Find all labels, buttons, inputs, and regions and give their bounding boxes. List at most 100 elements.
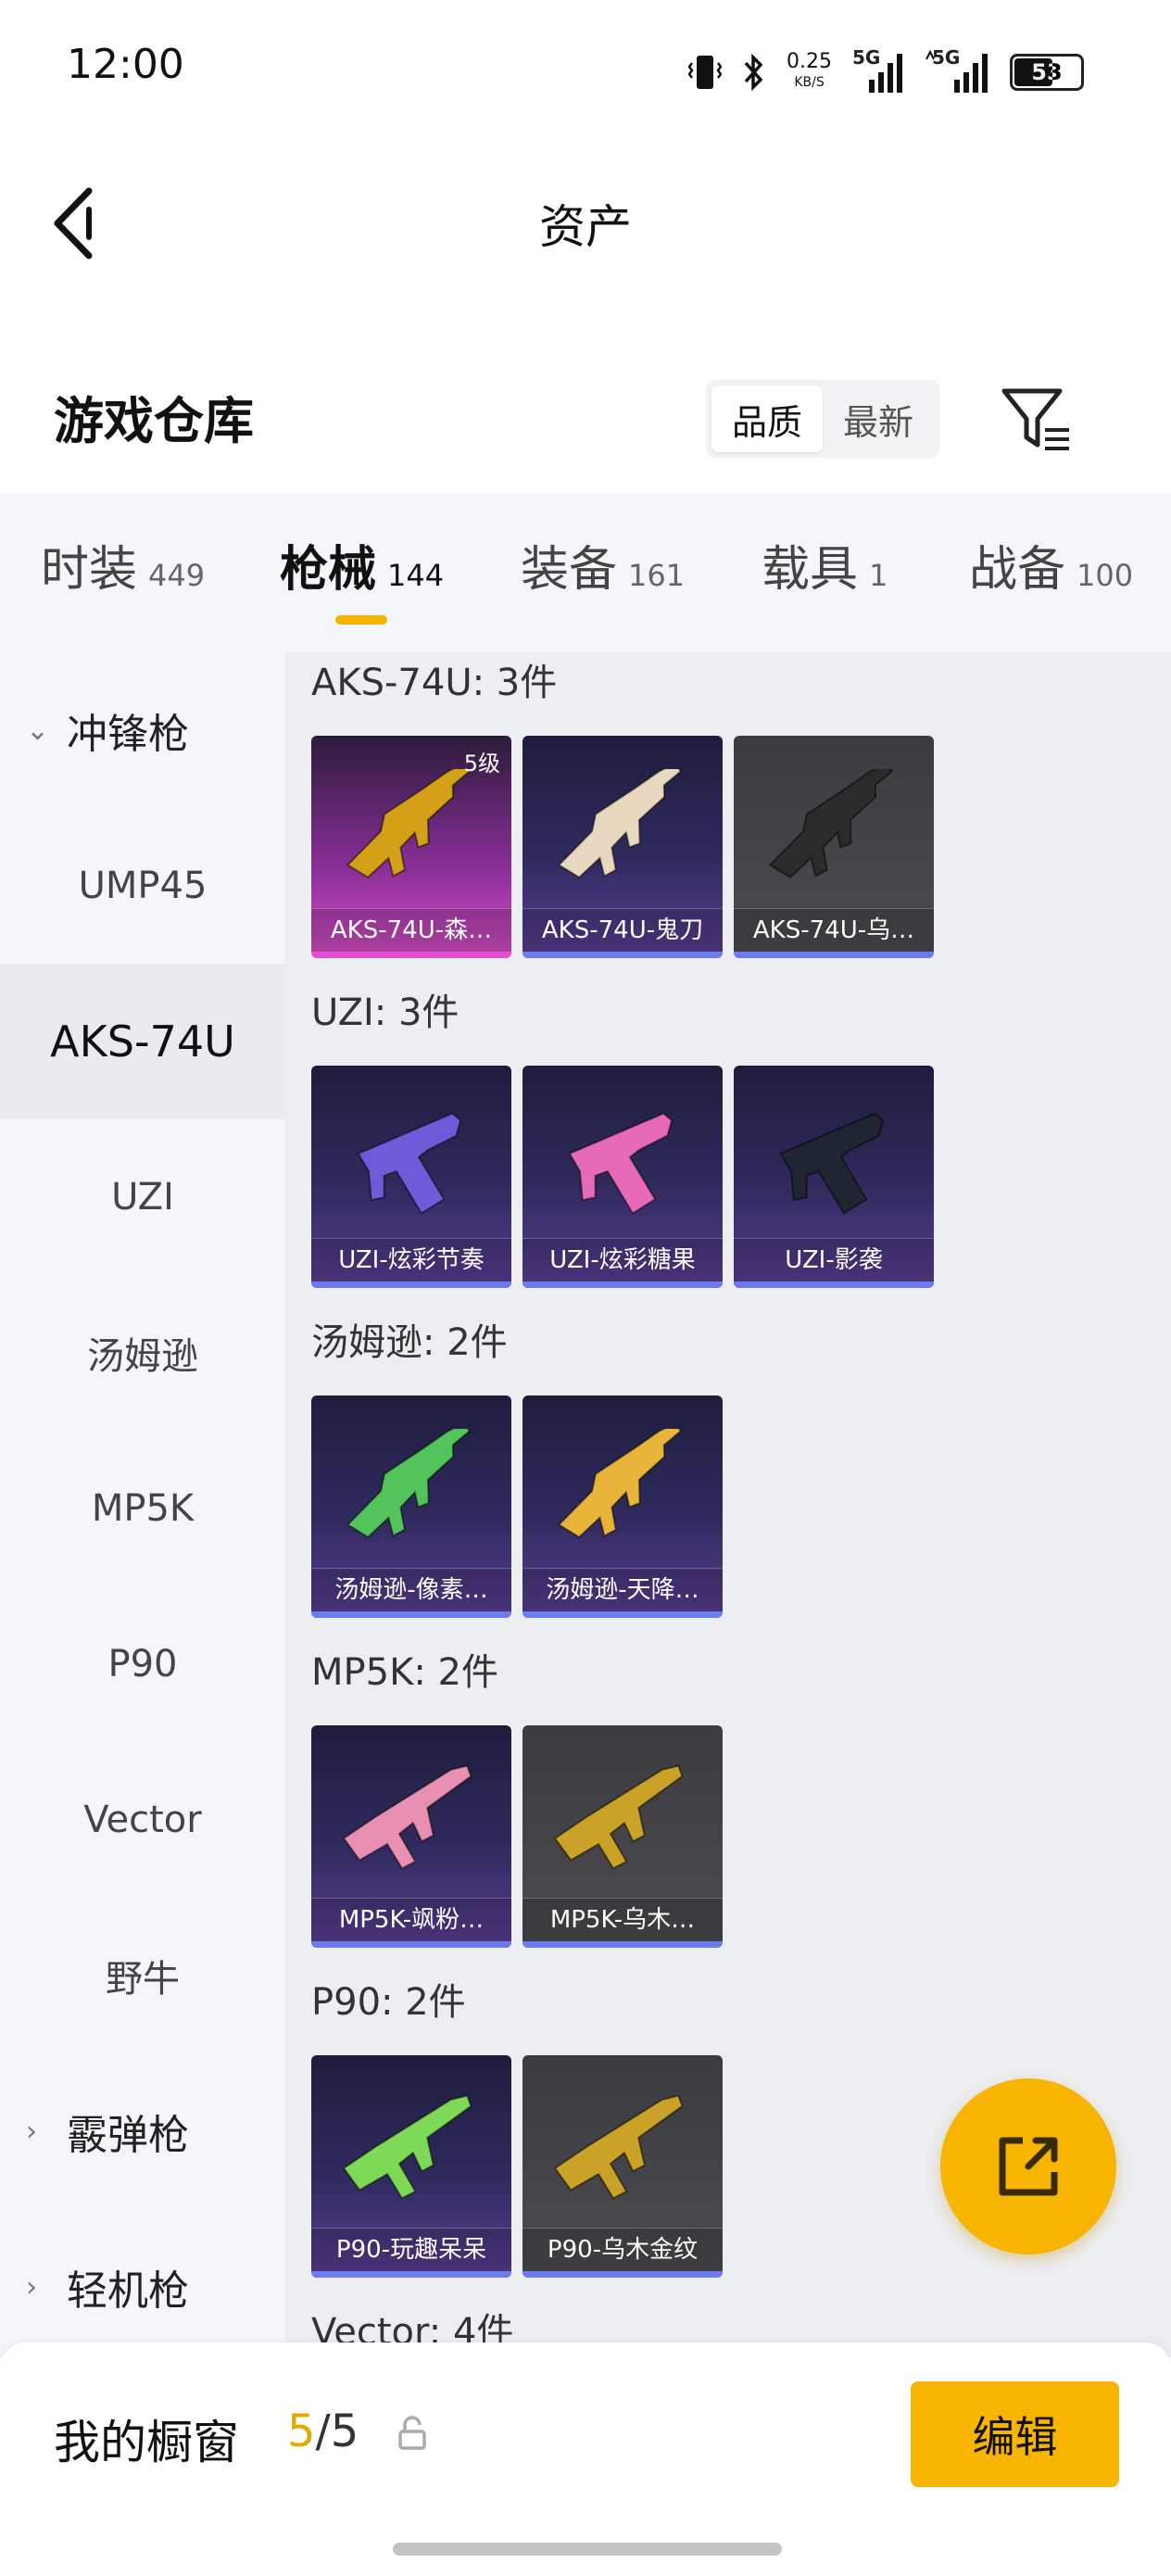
tab-supplies[interactable]: 战备 100 <box>969 530 1133 600</box>
weapon-card[interactable]: 汤姆逊-像素… <box>311 1395 511 1618</box>
weapon-card[interactable]: UZI-炫彩节奏 <box>311 1066 511 1288</box>
sidebar-group-shotgun[interactable]: › 霰弹枪 <box>0 2053 285 2209</box>
weapon-card-name: AKS-74U-鬼刀 <box>523 908 723 952</box>
weapon-card-name: AKS-74U-乌… <box>734 908 934 952</box>
page-title: 资产 <box>539 200 632 254</box>
warehouse-title: 游戏仓库 <box>54 392 254 450</box>
sort-latest[interactable]: 最新 <box>823 385 934 452</box>
rifle-icon <box>346 769 471 879</box>
weapon-card-name: P90-乌木金纹 <box>523 2228 723 2271</box>
weapon-card-name: MP5K-飒粉… <box>311 1898 511 1941</box>
sidebar-group-smg-label: 冲锋枪 <box>67 711 189 758</box>
rifle-icon <box>346 1429 471 1539</box>
active-tab-indicator <box>335 615 387 625</box>
tab-vehicles-label: 载具 <box>762 542 859 598</box>
rifle-icon <box>557 769 682 879</box>
smg-icon <box>553 1764 684 1870</box>
weapon-card-name: UZI-影袭 <box>734 1238 934 1282</box>
weapon-card[interactable]: P90-乌木金纹 <box>523 2055 723 2278</box>
sidebar-item-bizon[interactable]: 野牛 <box>0 1898 285 2053</box>
sidebar-item-uzi[interactable]: UZI <box>0 1119 285 1275</box>
section-title: P90: 2件 <box>311 1981 466 2024</box>
pistol-icon <box>568 1112 674 1215</box>
network-speed-value: 0.25 <box>787 50 832 73</box>
bluetooth-icon <box>744 53 763 92</box>
edit-button[interactable]: 编辑 <box>911 2381 1119 2487</box>
sort-toggle: 品质 最新 <box>706 380 939 458</box>
sidebar-group-smg[interactable]: ⌄ 冲锋枪 <box>0 652 285 808</box>
rifle-icon <box>768 769 893 879</box>
tab-vehicles[interactable]: 载具 1 <box>762 530 888 600</box>
status-icons: 0.25 KB/S 5G 5G 53 <box>688 44 1084 100</box>
share-button[interactable] <box>940 2078 1116 2254</box>
weapon-card-name: UZI-炫彩糖果 <box>523 1238 723 1282</box>
status-time: 12:00 <box>67 41 184 88</box>
showcase-count: 5/5 <box>287 2406 359 2457</box>
weapon-card[interactable]: 5级 AKS-74U-森… <box>311 736 511 958</box>
weapon-card-name: MP5K-乌木… <box>523 1898 723 1941</box>
tab-equipment-count: 161 <box>628 558 686 593</box>
tab-fashion-label: 时装 <box>41 542 138 598</box>
smg-icon <box>342 1764 472 1870</box>
tab-guns-label: 枪械 <box>280 542 377 598</box>
weapon-card[interactable]: UZI-炫彩糖果 <box>523 1066 723 1288</box>
sidebar-item-mp5k[interactable]: MP5K <box>0 1431 285 1586</box>
weapon-card[interactable]: AKS-74U-鬼刀 <box>523 736 723 958</box>
smg-icon <box>553 2094 684 2200</box>
weapon-card[interactable]: P90-玩趣呆呆 <box>311 2055 511 2278</box>
weapon-card[interactable]: MP5K-飒粉… <box>311 1725 511 1948</box>
rarity-bar <box>523 1282 723 1288</box>
tab-equipment-label: 装备 <box>521 542 618 598</box>
weapon-card[interactable]: 汤姆逊-天降… <box>523 1395 723 1618</box>
tab-equipment[interactable]: 装备 161 <box>521 530 685 600</box>
rarity-bar <box>523 1611 723 1618</box>
tab-guns-count: 144 <box>387 558 445 593</box>
sidebar-item-aks74u[interactable]: AKS-74U <box>0 964 285 1119</box>
rarity-bar <box>734 1282 934 1288</box>
sidebar-group-lmg-label: 轻机枪 <box>67 2267 189 2315</box>
weapon-card-name: 汤姆逊-天降… <box>523 1568 723 1611</box>
rarity-bar <box>311 1941 511 1948</box>
tab-fashion-count: 449 <box>148 558 206 593</box>
network-speed: 0.25 KB/S <box>787 52 832 93</box>
home-indicator[interactable] <box>393 2543 782 2556</box>
sidebar-item-vector[interactable]: Vector <box>0 1742 285 1898</box>
showcase-count-current: 5 <box>287 2406 316 2457</box>
tab-fashion[interactable]: 时装 449 <box>41 530 205 600</box>
sort-quality[interactable]: 品质 <box>711 385 823 452</box>
weapon-card[interactable]: AKS-74U-乌… <box>734 736 934 958</box>
sidebar-item-ump45[interactable]: UMP45 <box>0 808 285 964</box>
tab-supplies-label: 战备 <box>969 542 1066 598</box>
rarity-bar <box>311 952 511 958</box>
showcase-count-total: /5 <box>315 2406 359 2457</box>
tab-vehicles-count: 1 <box>869 558 888 593</box>
chevron-right-icon: › <box>26 2270 37 2304</box>
rarity-bar <box>311 1282 511 1288</box>
weapon-card[interactable]: UZI-影袭 <box>734 1066 934 1288</box>
vibrate-icon <box>688 56 723 89</box>
weapon-card-name: AKS-74U-森… <box>311 908 511 952</box>
chevron-down-icon: ⌄ <box>26 713 50 747</box>
my-showcase-label: 我的橱窗 <box>54 2416 239 2469</box>
pistol-icon <box>357 1112 462 1215</box>
weapon-card[interactable]: MP5K-乌木… <box>523 1725 723 1948</box>
tab-supplies-count: 100 <box>1077 558 1134 593</box>
battery-icon: 53 <box>1010 54 1084 91</box>
filter-icon[interactable] <box>1001 384 1075 458</box>
sidebar-group-lmg[interactable]: › 轻机枪 <box>0 2209 285 2365</box>
rarity-bar <box>523 952 723 958</box>
network-speed-unit: KB/S <box>794 75 825 90</box>
lock-icon <box>398 2416 426 2450</box>
signal-icon-1: 5G <box>852 46 904 95</box>
share-icon <box>999 2137 1058 2196</box>
rifle-icon <box>557 1429 682 1539</box>
rarity-bar <box>311 2271 511 2278</box>
level-badge: 5级 <box>463 751 500 777</box>
sidebar-item-p90[interactable]: P90 <box>0 1586 285 1742</box>
sidebar-item-thompson[interactable]: 汤姆逊 <box>0 1275 285 1431</box>
tab-guns[interactable]: 枪械 144 <box>280 530 444 600</box>
section-title: 汤姆逊: 2件 <box>311 1321 508 1364</box>
weapon-card-name: P90-玩趣呆呆 <box>311 2228 511 2271</box>
smg-icon <box>342 2094 472 2200</box>
sidebar-group-shotgun-label: 霰弹枪 <box>67 2112 189 2159</box>
